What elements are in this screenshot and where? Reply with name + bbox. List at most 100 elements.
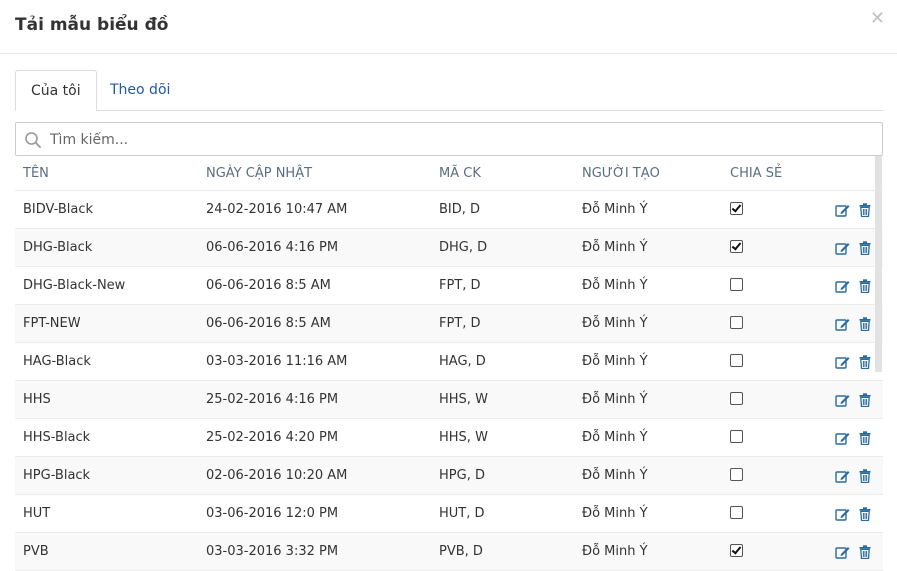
- table-row[interactable]: HUT 03-06-2016 12:0 PM HUT, D Đỗ Minh Ý: [15, 495, 883, 533]
- edit-icon[interactable]: [835, 317, 850, 331]
- edit-icon[interactable]: [835, 355, 850, 369]
- symbol-code: BID, D: [439, 202, 481, 217]
- table-row[interactable]: DHG-Black 06-06-2016 4:16 PM DHG, D Đỗ Minh…: [15, 229, 883, 267]
- trash-icon[interactable]: [859, 506, 871, 521]
- template-name: HUT: [23, 506, 51, 521]
- share-cell: [730, 381, 743, 419]
- edit-icon[interactable]: [835, 241, 850, 255]
- share-checkbox[interactable]: [730, 354, 743, 367]
- table-row[interactable]: BIDV-Black 24-02-2016 10:47 AM BID, D Đỗ Mi…: [15, 191, 883, 229]
- trash-icon[interactable]: [859, 354, 871, 369]
- symbol-code: HPG, D: [439, 468, 485, 483]
- trash-icon[interactable]: [859, 278, 871, 293]
- share-cell: [730, 229, 743, 267]
- edit-icon[interactable]: [835, 507, 850, 521]
- table-row[interactable]: HAG-Black 03-03-2016 11:16 AM HAG, D Đỗ Min…: [15, 343, 883, 381]
- share-checkbox[interactable]: [730, 430, 743, 443]
- search-input[interactable]: [48, 123, 872, 157]
- trash-icon[interactable]: [859, 392, 871, 407]
- share-cell: [730, 495, 743, 533]
- updated-date: 03-03-2016 11:16 AM: [206, 354, 348, 369]
- tab-following[interactable]: Theo dõi: [95, 70, 185, 111]
- creator-name: Đỗ Minh Ý: [582, 316, 648, 331]
- creator-name: Đỗ Minh Ý: [582, 430, 648, 445]
- trash-icon[interactable]: [859, 468, 871, 483]
- templates-table: TÊN NGÀY CẬP NHẬT MÃ CK NGƯỜI TẠO CHIA S…: [15, 156, 883, 571]
- creator-name: Đỗ Minh Ý: [582, 544, 648, 559]
- symbol-code: HUT, D: [439, 506, 485, 521]
- creator-name: Đỗ Minh Ý: [582, 354, 648, 369]
- row-actions: [835, 495, 871, 533]
- scrollbar[interactable]: [875, 156, 882, 372]
- share-checkbox[interactable]: [730, 278, 743, 291]
- updated-date: 06-06-2016 8:5 AM: [206, 316, 331, 331]
- updated-date: 03-03-2016 3:32 PM: [206, 544, 339, 559]
- share-cell: [730, 419, 743, 457]
- template-name: HHS: [23, 392, 51, 407]
- creator-name: Đỗ Minh Ý: [582, 392, 648, 407]
- template-name: HPG-Black: [23, 468, 91, 483]
- share-checkbox[interactable]: [730, 544, 743, 557]
- creator-name: Đỗ Minh Ý: [582, 506, 648, 521]
- table-row[interactable]: DHG-Black-New 06-06-2016 8:5 AM FPT, D Đỗ M…: [15, 267, 883, 305]
- symbol-code: HHS, W: [439, 430, 488, 445]
- table-row[interactable]: HHS-Black 25-02-2016 4:20 PM HHS, W Đỗ Minh…: [15, 419, 883, 457]
- row-actions: [835, 267, 871, 305]
- share-checkbox[interactable]: [730, 316, 743, 329]
- template-name: PVB: [23, 544, 49, 559]
- trash-icon[interactable]: [859, 430, 871, 445]
- column-header-name[interactable]: TÊN: [23, 156, 49, 191]
- creator-name: Đỗ Minh Ý: [582, 240, 648, 255]
- share-checkbox[interactable]: [730, 240, 743, 253]
- share-cell: [730, 343, 743, 381]
- trash-icon[interactable]: [859, 544, 871, 559]
- template-name: DHG-Black-New: [23, 278, 126, 293]
- creator-name: Đỗ Minh Ý: [582, 202, 648, 217]
- trash-icon[interactable]: [859, 316, 871, 331]
- share-checkbox[interactable]: [730, 468, 743, 481]
- dialog-title: Tải mẫu biểu đồ: [15, 15, 169, 35]
- updated-date: 25-02-2016 4:16 PM: [206, 392, 339, 407]
- share-checkbox[interactable]: [730, 506, 743, 519]
- share-cell: [730, 305, 743, 343]
- edit-icon[interactable]: [835, 203, 850, 217]
- trash-icon[interactable]: [859, 240, 871, 255]
- column-header-symbol[interactable]: MÃ CK: [439, 156, 481, 191]
- creator-name: Đỗ Minh Ý: [582, 278, 648, 293]
- symbol-code: HHS, W: [439, 392, 488, 407]
- table-row[interactable]: HHS 25-02-2016 4:16 PM HHS, W Đỗ Minh Ý: [15, 381, 883, 419]
- column-header-updated[interactable]: NGÀY CẬP NHẬT: [206, 156, 312, 191]
- template-name: BIDV-Black: [23, 202, 94, 217]
- updated-date: 24-02-2016 10:47 AM: [206, 202, 348, 217]
- symbol-code: FPT, D: [439, 316, 481, 331]
- load-chart-template-dialog: Tải mẫu biểu đồ ✕ Của tôi Theo dõi TÊN N…: [0, 0, 897, 571]
- table-row[interactable]: HPG-Black 02-06-2016 10:20 AM HPG, D Đỗ Min…: [15, 457, 883, 495]
- edit-icon[interactable]: [835, 469, 850, 483]
- updated-date: 06-06-2016 4:16 PM: [206, 240, 339, 255]
- close-icon[interactable]: ✕: [870, 10, 885, 28]
- edit-icon[interactable]: [835, 393, 850, 407]
- symbol-code: DHG, D: [439, 240, 488, 255]
- row-actions: [835, 457, 871, 495]
- updated-date: 02-06-2016 10:20 AM: [206, 468, 348, 483]
- template-name: HAG-Black: [23, 354, 91, 369]
- dialog-header: Tải mẫu biểu đồ ✕: [0, 0, 897, 54]
- edit-icon[interactable]: [835, 279, 850, 293]
- table-row[interactable]: PVB 03-03-2016 3:32 PM PVB, D Đỗ Minh Ý: [15, 533, 883, 571]
- row-actions: [835, 533, 871, 571]
- share-cell: [730, 533, 743, 571]
- share-checkbox[interactable]: [730, 202, 743, 215]
- trash-icon[interactable]: [859, 202, 871, 217]
- edit-icon[interactable]: [835, 545, 850, 559]
- table-row[interactable]: FPT-NEW 06-06-2016 8:5 AM FPT, D Đỗ Minh Ý: [15, 305, 883, 343]
- updated-date: 06-06-2016 8:5 AM: [206, 278, 331, 293]
- template-name: HHS-Black: [23, 430, 91, 445]
- table-header: TÊN NGÀY CẬP NHẬT MÃ CK NGƯỜI TẠO CHIA S…: [15, 156, 883, 191]
- column-header-share[interactable]: CHIA SẺ: [730, 156, 782, 191]
- share-checkbox[interactable]: [730, 392, 743, 405]
- share-cell: [730, 191, 743, 229]
- edit-icon[interactable]: [835, 431, 850, 445]
- row-actions: [835, 305, 871, 343]
- tab-my-templates[interactable]: Của tôi: [15, 70, 97, 111]
- column-header-creator[interactable]: NGƯỜI TẠO: [582, 156, 660, 191]
